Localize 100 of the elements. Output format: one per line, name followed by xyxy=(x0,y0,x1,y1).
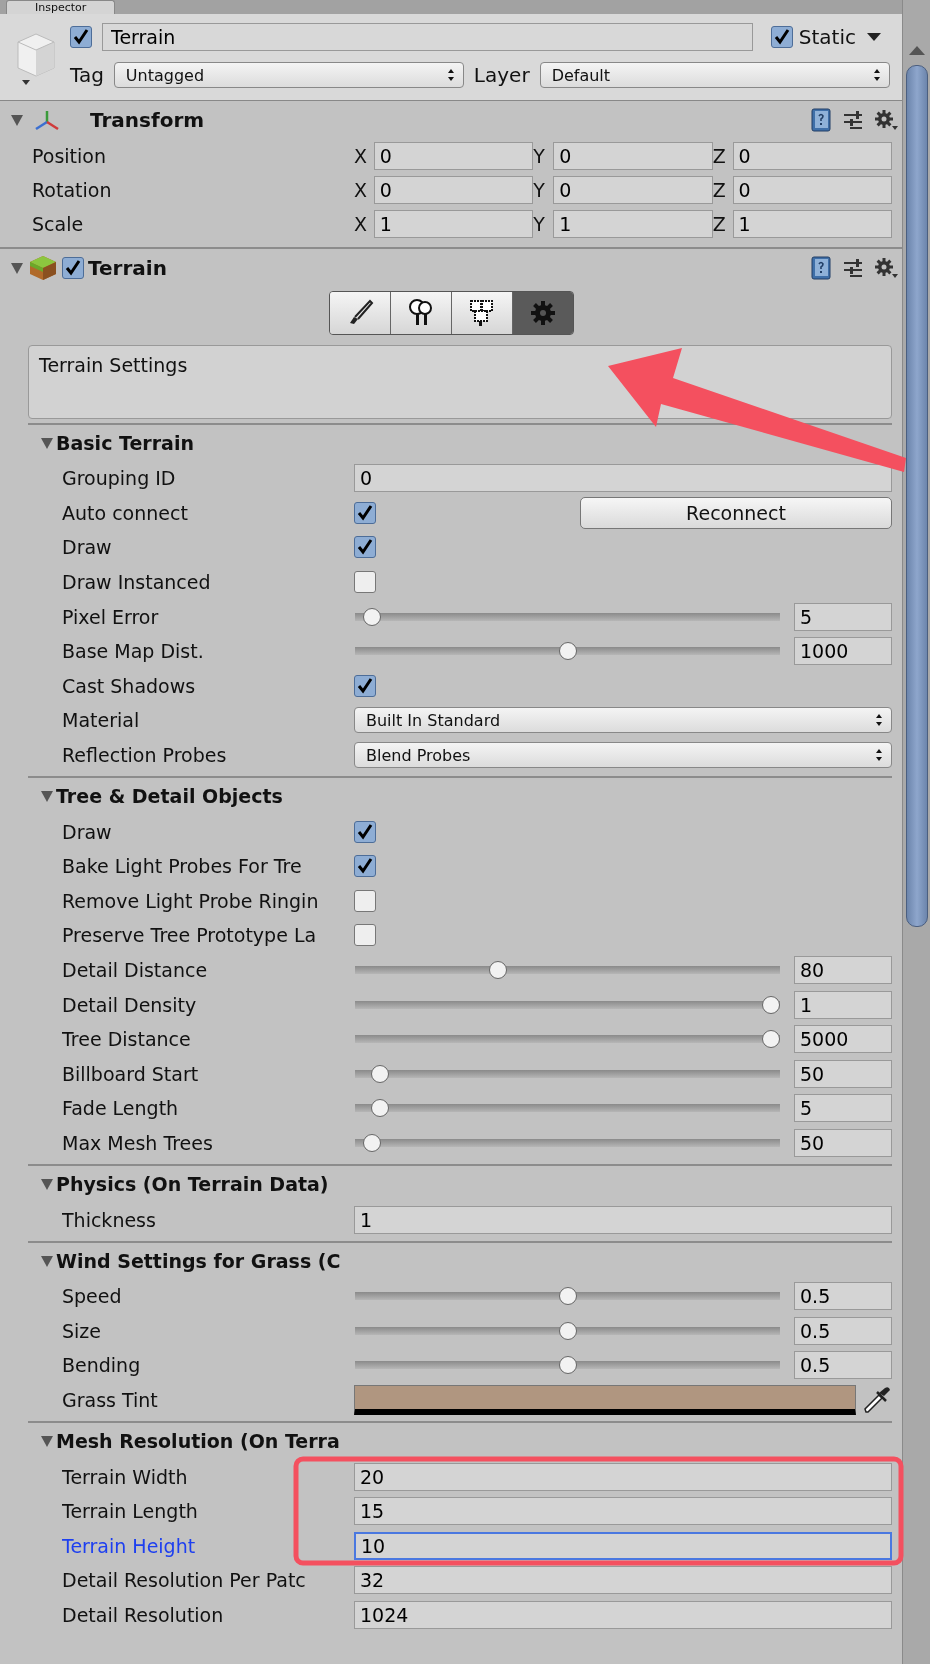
checkbox[interactable] xyxy=(70,26,92,48)
number-field[interactable]: 0 xyxy=(732,142,892,170)
foldout-arrow-icon[interactable] xyxy=(40,436,54,450)
field-label: Bake Light Probes For Tre xyxy=(62,855,303,878)
number-field[interactable]: 0.5 xyxy=(794,1316,892,1345)
checkbox[interactable] xyxy=(62,257,84,279)
checkbox[interactable] xyxy=(770,26,793,48)
slider-thumb[interactable] xyxy=(762,1030,780,1049)
text-field[interactable]: 1 xyxy=(354,1205,892,1234)
dropdown[interactable]: Built In Standard xyxy=(354,707,892,734)
tool-tab[interactable] xyxy=(329,292,390,334)
number-field[interactable]: 0.5 xyxy=(794,1351,892,1380)
number-field[interactable]: 0 xyxy=(373,142,534,170)
section-title[interactable]: Mesh Resolution (On Terra xyxy=(56,1430,340,1453)
field-label: Draw Instanced xyxy=(62,571,212,594)
number-field[interactable]: 1 xyxy=(553,210,713,238)
field-label: Terrain Width xyxy=(62,1465,189,1488)
number-field[interactable]: 5 xyxy=(794,602,892,631)
scroll-up-icon[interactable] xyxy=(908,46,925,55)
preset-sliders-icon[interactable] xyxy=(842,257,864,279)
component-title[interactable]: Terrain xyxy=(88,256,806,280)
foldout-arrow-icon[interactable] xyxy=(10,261,24,275)
foldout-arrow-icon[interactable] xyxy=(40,1434,54,1449)
text-field[interactable]: 1024 xyxy=(354,1600,892,1629)
updown-arrows-icon xyxy=(873,68,881,82)
section-title[interactable]: Wind Settings for Grass (C xyxy=(56,1249,341,1272)
slider-thumb[interactable] xyxy=(762,995,780,1014)
field-label: Billboard Start xyxy=(62,1062,200,1085)
eyedropper-icon[interactable] xyxy=(862,1384,892,1415)
field-label: Base Map Dist. xyxy=(62,640,205,663)
number-field[interactable]: 50 xyxy=(794,1059,892,1088)
tool-tab[interactable] xyxy=(389,292,451,334)
field-label: Speed xyxy=(62,1285,123,1308)
preset-sliders-icon[interactable] xyxy=(842,109,864,131)
checkbox[interactable] xyxy=(354,889,376,912)
scrollbar[interactable] xyxy=(902,0,930,1664)
checkbox[interactable] xyxy=(354,501,376,524)
foldout-arrow-icon[interactable] xyxy=(10,113,24,127)
number-field[interactable]: 0 xyxy=(373,176,534,204)
number-field[interactable]: 1 xyxy=(794,990,892,1019)
field-label: Cast Shadows xyxy=(62,674,197,697)
checkbox[interactable] xyxy=(354,674,376,697)
checkbox[interactable] xyxy=(354,571,376,594)
number-field[interactable]: 1000 xyxy=(794,637,892,666)
help-book-icon[interactable] xyxy=(810,108,832,132)
number-field[interactable]: 80 xyxy=(794,956,892,984)
text-field[interactable]: 15 xyxy=(354,1497,892,1526)
text-field[interactable]: 0 xyxy=(354,464,892,493)
field-label: Remove Light Probe Ringin xyxy=(62,889,320,912)
checkbox[interactable] xyxy=(354,536,376,559)
dropdown[interactable]: Blend Probes xyxy=(354,742,892,769)
slider-thumb[interactable] xyxy=(558,1356,577,1375)
number-field[interactable]: 5 xyxy=(794,1094,892,1123)
reconnect-button[interactable]: Reconnect xyxy=(580,496,892,529)
field-label: Bending xyxy=(62,1354,142,1377)
slider-thumb[interactable] xyxy=(558,1321,577,1340)
gear-icon[interactable] xyxy=(874,109,898,131)
foldout-arrow-icon[interactable] xyxy=(40,1177,54,1192)
axis-label: Y xyxy=(533,145,546,167)
number-field[interactable]: 1 xyxy=(373,210,534,238)
section-title[interactable]: Tree & Detail Objects xyxy=(56,785,283,808)
color-swatch[interactable] xyxy=(354,1384,856,1415)
field-label: Max Mesh Trees xyxy=(62,1132,214,1154)
number-field[interactable]: 1 xyxy=(732,210,892,238)
tool-tab[interactable] xyxy=(450,292,512,334)
panel-title: Terrain Settings xyxy=(39,354,188,376)
number-field[interactable]: 0.5 xyxy=(794,1282,892,1311)
slider-thumb[interactable] xyxy=(558,1287,577,1306)
text-field[interactable]: 32 xyxy=(354,1566,892,1595)
checkbox[interactable] xyxy=(354,820,376,843)
text-field[interactable]: 10 xyxy=(354,1531,892,1560)
slider-thumb[interactable] xyxy=(371,1064,390,1083)
component-title[interactable]: Transform xyxy=(90,108,806,132)
scroll-thumb[interactable] xyxy=(905,65,928,927)
number-field[interactable]: 0 xyxy=(553,142,713,170)
layer-dropdown[interactable]: Default xyxy=(539,62,890,88)
slider-thumb[interactable] xyxy=(371,1099,390,1118)
section-title[interactable]: Physics (On Terrain Data) xyxy=(56,1173,329,1196)
number-field[interactable]: 5000 xyxy=(794,1025,892,1054)
slider-thumb[interactable] xyxy=(363,1134,382,1152)
help-book-icon[interactable] xyxy=(810,256,832,280)
slider-thumb[interactable] xyxy=(489,961,508,979)
foldout-arrow-icon[interactable] xyxy=(40,1253,54,1268)
section-title[interactable]: Basic Terrain xyxy=(56,432,194,454)
foldout-arrow-icon[interactable] xyxy=(40,789,54,804)
number-field[interactable]: 0 xyxy=(732,176,892,204)
tag-dropdown[interactable]: Untagged xyxy=(113,62,464,88)
updown-arrows-icon xyxy=(875,748,883,763)
inspector-tab[interactable]: Inspector xyxy=(6,0,116,14)
gear-icon[interactable] xyxy=(874,257,898,279)
number-field[interactable]: 50 xyxy=(794,1129,892,1157)
checkbox[interactable] xyxy=(354,855,376,878)
name-field[interactable]: Terrain xyxy=(102,23,753,51)
caret-icon[interactable] xyxy=(866,32,882,42)
slider-thumb[interactable] xyxy=(558,642,577,661)
text-field[interactable]: 20 xyxy=(354,1462,892,1491)
field-label: Draw xyxy=(62,536,113,559)
checkbox[interactable] xyxy=(354,924,376,947)
slider-thumb[interactable] xyxy=(363,607,382,626)
number-field[interactable]: 0 xyxy=(553,176,713,204)
